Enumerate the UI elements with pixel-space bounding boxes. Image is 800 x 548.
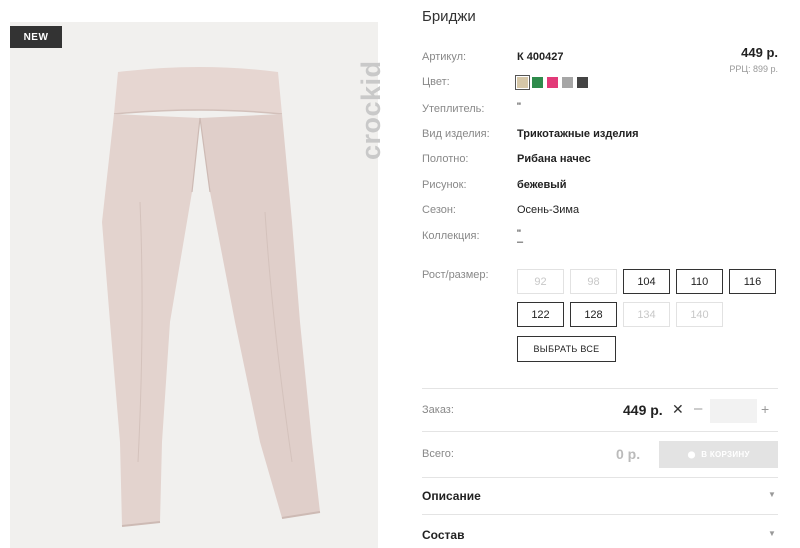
accordion-description[interactable]: Описание [422,489,481,503]
attr-label-fabric: Полотно: [422,153,469,165]
size-option-98: 98 [570,269,617,294]
order-price: 449 р. [623,402,663,418]
size-option-92: 92 [517,269,564,294]
attr-value-pattern: бежевый [517,179,567,191]
product-photo[interactable] [10,22,378,548]
total-value: 0 р. [616,446,641,462]
size-option-110[interactable]: 110 [676,269,723,294]
color-swatches [515,75,588,90]
accordion-composition[interactable]: Состав [422,528,464,542]
attr-value-insulation: " [517,101,521,113]
attr-label-pattern: Рисунок: [422,179,467,191]
attr-label-insulation: Утеплитель: [422,103,485,115]
color-swatch-grey[interactable] [562,77,573,88]
product-image-pants [102,67,321,527]
divider [422,431,778,432]
product-title: Бриджи [422,8,476,25]
attr-value-collection-dash: – [517,236,524,248]
cart-icon [688,451,696,459]
times-icon: ✕ [672,401,684,417]
size-option-116[interactable]: 116 [729,269,776,294]
chevron-down-icon[interactable]: ▼ [768,490,776,499]
attr-value-sku: К 400427 [517,51,564,63]
chevron-down-icon[interactable]: ▼ [768,529,776,538]
total-label: Всего: [422,448,454,460]
new-badge: NEW [10,26,62,48]
size-option-128[interactable]: 128 [570,302,617,327]
attr-value-type: Трикотажные изделия [517,128,639,140]
size-option-122[interactable]: 122 [517,302,564,327]
attr-label-type: Вид изделия: [422,128,490,140]
product-price: 449 р. [741,45,778,60]
attr-value-fabric: Рибана начес [517,153,591,165]
attr-label-sku: Артикул: [422,51,467,63]
divider [422,477,778,478]
attr-label-collection: Коллекция: [422,230,480,242]
brand-logo: crockid [356,60,386,160]
color-swatch-pink[interactable] [547,77,558,88]
recommended-price: РРЦ: 899 р. [729,64,778,74]
attr-label-color: Цвет: [422,76,450,88]
add-to-cart-button[interactable]: В КОРЗИНУ [659,441,778,468]
select-all-sizes-button[interactable]: ВЫБРАТЬ ВСЕ [517,336,616,362]
size-option-140: 140 [676,302,723,327]
color-swatch-green[interactable] [532,77,543,88]
size-option-134: 134 [623,302,670,327]
color-swatch-beige[interactable] [515,75,530,90]
order-label: Заказ: [422,404,454,416]
quantity-input[interactable] [710,399,757,423]
size-option-104[interactable]: 104 [623,269,670,294]
add-to-cart-label: В КОРЗИНУ [701,450,750,459]
divider [422,514,778,515]
increase-quantity-button[interactable]: + [761,401,769,417]
size-label: Рост/размер: [422,269,489,281]
divider [422,388,778,389]
attr-value-season: Осень-Зима [517,204,580,216]
decrease-quantity-button[interactable]: – [694,400,702,417]
color-swatch-dark-grey[interactable] [577,77,588,88]
attr-label-season: Сезон: [422,204,456,216]
